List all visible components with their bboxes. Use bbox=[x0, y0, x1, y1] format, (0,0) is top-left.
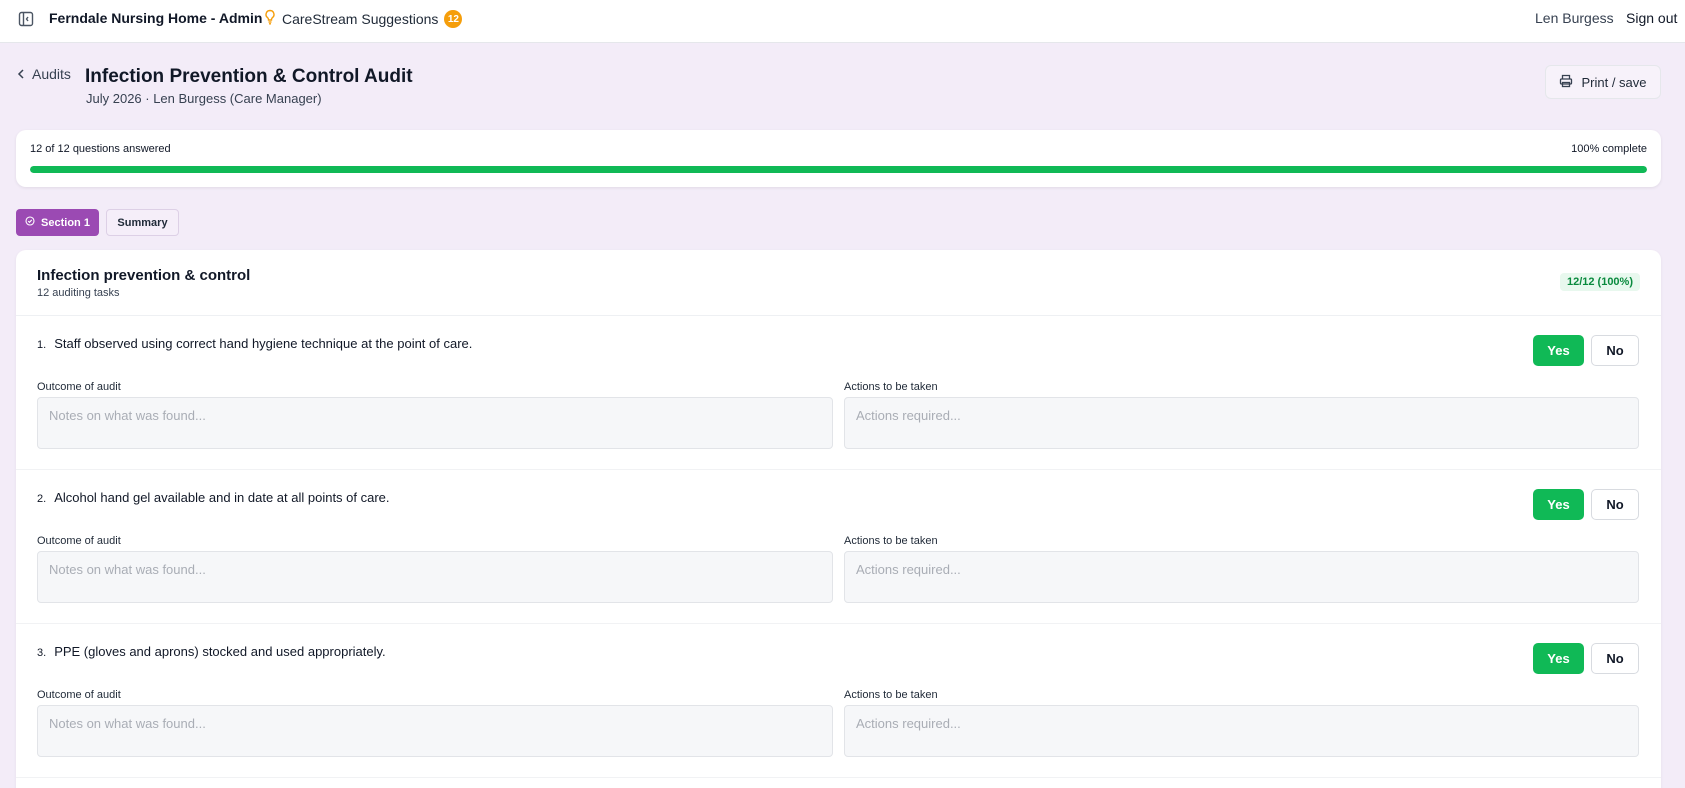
questions-answered-text: 12 of 12 questions answered bbox=[30, 143, 171, 155]
question-item: 3. PPE (gloves and aprons) stocked and u… bbox=[16, 624, 1661, 778]
outcome-input[interactable] bbox=[37, 397, 833, 449]
panel-left-icon[interactable] bbox=[17, 10, 35, 28]
outcome-label: Outcome of audit bbox=[37, 381, 121, 393]
question-number: 1. bbox=[37, 339, 47, 351]
tab-summary-label: Summary bbox=[117, 216, 168, 229]
back-label: Audits bbox=[32, 66, 71, 82]
sign-out-button[interactable]: Sign out bbox=[1626, 10, 1677, 26]
no-button[interactable]: No bbox=[1591, 335, 1639, 366]
yes-button[interactable]: Yes bbox=[1533, 643, 1584, 674]
section-header: Infection prevention & control 12 auditi… bbox=[16, 250, 1661, 316]
no-button[interactable]: No bbox=[1591, 643, 1639, 674]
question-number: 3. bbox=[37, 647, 47, 659]
section-card: Infection prevention & control 12 auditi… bbox=[16, 250, 1661, 788]
outcome-input[interactable] bbox=[37, 551, 833, 603]
page-title: Infection Prevention & Control Audit bbox=[85, 66, 413, 87]
percent-complete-text: 100% complete bbox=[1571, 143, 1647, 155]
outcome-input[interactable] bbox=[37, 705, 833, 757]
user-name: Len Burgess bbox=[1535, 10, 1614, 26]
top-bar: Ferndale Nursing Home - Admin CareStream… bbox=[0, 0, 1685, 43]
progress-bar-fill bbox=[30, 166, 1647, 173]
suggestions-count-badge: 12 bbox=[444, 10, 463, 28]
actions-label: Actions to be taken bbox=[844, 535, 938, 547]
outcome-label: Outcome of audit bbox=[37, 689, 121, 701]
suggestions-label: CareStream Suggestions bbox=[282, 11, 439, 27]
section-score-badge: 12/12 (100%) bbox=[1559, 273, 1640, 291]
tab-section-1[interactable]: Section 1 bbox=[16, 209, 99, 236]
actions-input[interactable] bbox=[844, 705, 1639, 757]
outcome-label: Outcome of audit bbox=[37, 535, 121, 547]
question-item: 2. Alcohol hand gel available and in dat… bbox=[16, 470, 1661, 624]
question-label: Staff observed using correct hand hygien… bbox=[54, 336, 473, 351]
app-title: Ferndale Nursing Home - Admin bbox=[49, 10, 263, 26]
back-to-audits-link[interactable]: Audits bbox=[17, 65, 71, 83]
print-save-button[interactable]: Print / save bbox=[1545, 65, 1661, 99]
section-title: Infection prevention & control bbox=[37, 267, 251, 284]
printer-icon bbox=[1559, 74, 1573, 91]
actions-input[interactable] bbox=[844, 551, 1639, 603]
question-text: 2. Alcohol hand gel available and in dat… bbox=[37, 490, 390, 505]
progress-card: 12 of 12 questions answered 100% complet… bbox=[16, 130, 1661, 187]
tab-section-1-label: Section 1 bbox=[41, 216, 90, 229]
page-subtitle: July 2026 · Len Burgess (Care Manager) bbox=[86, 91, 322, 106]
no-button[interactable]: No bbox=[1591, 489, 1639, 520]
check-circle-icon bbox=[25, 216, 35, 229]
yes-button[interactable]: Yes bbox=[1533, 489, 1584, 520]
actions-label: Actions to be taken bbox=[844, 381, 938, 393]
yes-button[interactable]: Yes bbox=[1533, 335, 1584, 366]
question-label: Alcohol hand gel available and in date a… bbox=[54, 490, 390, 505]
progress-bar bbox=[30, 166, 1647, 173]
question-text: 1. Staff observed using correct hand hyg… bbox=[37, 336, 472, 351]
print-save-label: Print / save bbox=[1581, 74, 1647, 90]
tab-summary[interactable]: Summary bbox=[106, 209, 179, 236]
question-item: 1. Staff observed using correct hand hyg… bbox=[16, 316, 1661, 470]
question-number: 2. bbox=[37, 493, 47, 505]
actions-input[interactable] bbox=[844, 397, 1639, 449]
question-label: PPE (gloves and aprons) stocked and used… bbox=[54, 644, 386, 659]
lightbulb-icon bbox=[264, 9, 276, 30]
suggestions-button[interactable]: CareStream Suggestions 12 bbox=[264, 9, 463, 30]
question-text: 3. PPE (gloves and aprons) stocked and u… bbox=[37, 644, 386, 659]
chevron-left-icon bbox=[17, 66, 25, 82]
actions-label: Actions to be taken bbox=[844, 689, 938, 701]
section-subtitle: 12 auditing tasks bbox=[37, 287, 120, 299]
